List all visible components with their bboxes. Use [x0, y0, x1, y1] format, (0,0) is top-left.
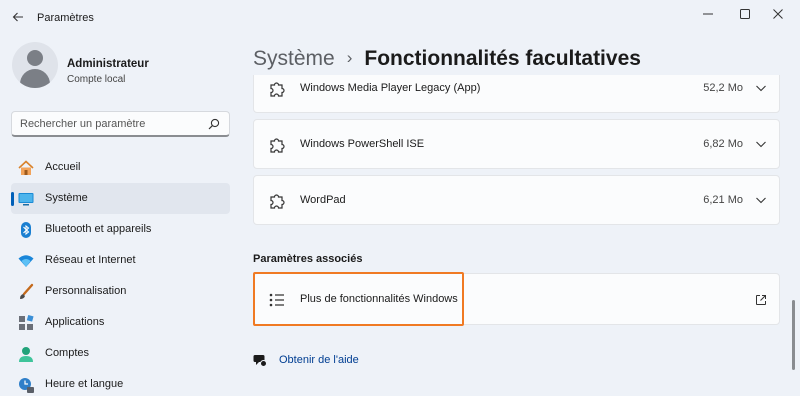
sidebar-item-applications[interactable]: Applications [11, 307, 230, 338]
puzzle-icon [270, 194, 285, 209]
back-button[interactable] [8, 7, 28, 27]
bluetooth-icon [17, 221, 35, 239]
chevron-down-icon[interactable] [755, 83, 767, 93]
highlight-box [253, 272, 464, 326]
close-icon [773, 9, 783, 19]
wifi-icon [17, 252, 35, 270]
back-arrow-icon [12, 12, 23, 22]
avatar [12, 42, 58, 88]
maximize-button[interactable] [731, 4, 759, 24]
help-icon [253, 355, 267, 367]
sidebar-item-label: Heure et langue [45, 378, 124, 390]
apps-icon [17, 314, 35, 332]
feature-size: 6,21 Mo [703, 194, 743, 206]
user-card[interactable]: Administrateur Compte local [12, 42, 232, 94]
sidebar-item-personnalisation[interactable]: Personnalisation [11, 276, 230, 307]
user-name: Administrateur [67, 58, 149, 70]
close-button[interactable] [764, 4, 792, 24]
help-link-label: Obtenir de l'aide [279, 354, 359, 366]
feature-size: 6,82 Mo [703, 138, 743, 150]
search-icon[interactable] [208, 118, 220, 130]
sidebar-item-systeme[interactable]: Système [11, 183, 230, 214]
search-box[interactable] [11, 111, 230, 137]
feature-item-powershell-ise[interactable]: Windows PowerShell ISE 6,82 Mo [253, 119, 780, 169]
clock-icon [17, 376, 35, 394]
get-help-link[interactable]: Obtenir de l'aide [253, 350, 393, 370]
sidebar-item-comptes[interactable]: Comptes [11, 338, 230, 369]
feature-name: WordPad [300, 194, 346, 206]
sidebar-item-label: Accueil [45, 161, 81, 173]
open-external-icon [756, 295, 766, 305]
puzzle-icon [270, 138, 285, 153]
sidebar-item-reseau[interactable]: Réseau et Internet [11, 245, 230, 276]
sidebar-nav: Accueil Système Bluetooth et appareils R… [11, 152, 231, 396]
puzzle-icon [270, 82, 285, 97]
chevron-down-icon[interactable] [755, 195, 767, 205]
feature-size: 52,2 Mo [703, 82, 743, 94]
sidebar-item-label: Système [45, 192, 88, 204]
sidebar-item-label: Applications [45, 316, 105, 328]
main-content: Windows Media Player Legacy (App) 52,2 M… [253, 75, 781, 396]
page-title: Fonctionnalités facultatives [364, 47, 641, 70]
app-title: Paramètres [37, 12, 94, 24]
title-bar: Paramètres [0, 0, 800, 32]
feature-item-wordpad[interactable]: WordPad 6,21 Mo [253, 175, 780, 225]
sidebar-item-label: Bluetooth et appareils [45, 223, 152, 235]
sidebar-item-heure-langue[interactable]: Heure et langue [11, 369, 230, 396]
home-icon [17, 159, 35, 177]
chevron-down-icon[interactable] [755, 139, 767, 149]
sidebar-item-bluetooth[interactable]: Bluetooth et appareils [11, 214, 230, 245]
sidebar-item-label: Comptes [45, 347, 90, 359]
brush-icon [17, 283, 35, 301]
minimize-button[interactable] [694, 4, 722, 24]
feature-name: Windows PowerShell ISE [300, 138, 425, 150]
sidebar-item-accueil[interactable]: Accueil [11, 152, 230, 183]
minimize-icon [703, 13, 713, 15]
breadcrumb-parent[interactable]: Système [253, 47, 335, 70]
scrollbar[interactable] [792, 300, 795, 370]
search-input[interactable] [20, 116, 200, 132]
breadcrumb-separator: › [346, 48, 353, 67]
sidebar-item-label: Réseau et Internet [45, 254, 136, 266]
account-type: Compte local [67, 74, 126, 85]
maximize-icon [740, 9, 750, 19]
breadcrumb: Système › Fonctionnalités facultatives [253, 47, 641, 71]
person-icon [17, 345, 35, 363]
related-settings-heading: Paramètres associés [253, 253, 363, 265]
system-icon [17, 190, 35, 208]
feature-item-media-player[interactable]: Windows Media Player Legacy (App) 52,2 M… [253, 75, 780, 113]
feature-name: Windows Media Player Legacy (App) [300, 82, 481, 94]
active-indicator [11, 192, 14, 206]
sidebar-item-label: Personnalisation [45, 285, 127, 297]
